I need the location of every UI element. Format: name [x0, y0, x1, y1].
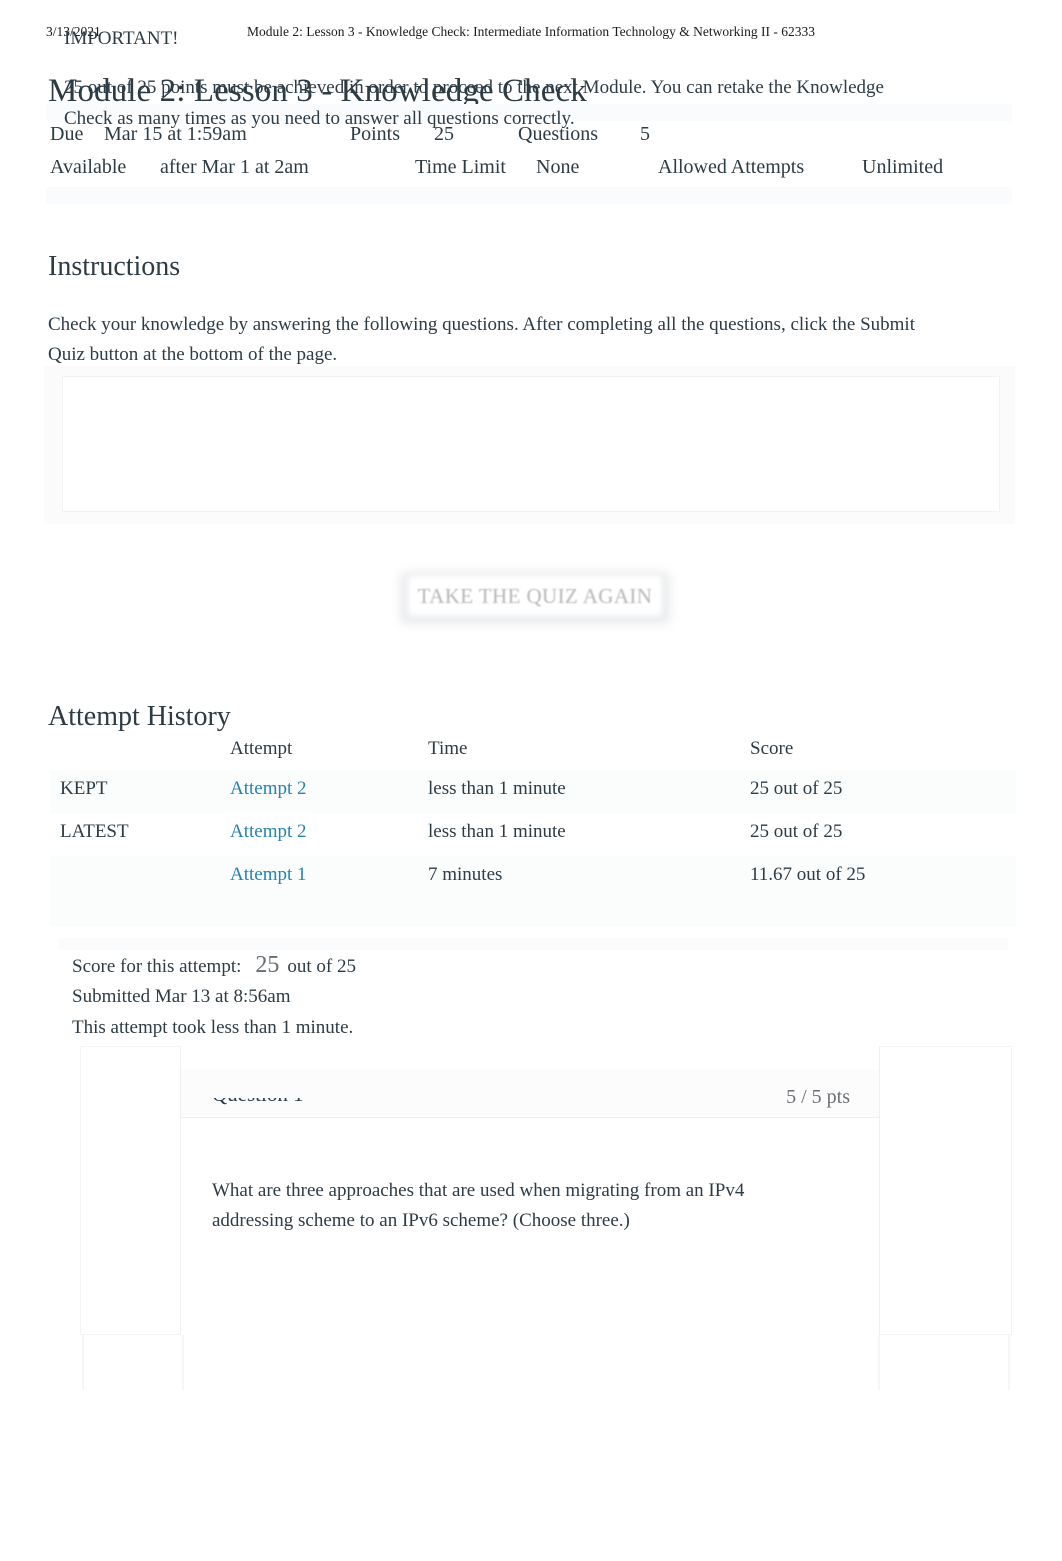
important-text: 25 out of 25 points must be achieved in …	[64, 77, 884, 129]
attempt-history-table: Attempt Time Score KEPT Attempt 2 less t…	[50, 730, 1016, 930]
attempt-score-label: Score for this attempt:	[72, 956, 242, 977]
attempt-link[interactable]: Attempt 1	[230, 864, 307, 886]
attempt-score-value: 25	[255, 952, 280, 978]
question-label: Question 1	[212, 1098, 304, 1107]
allowed-attempts-value: Unlimited	[862, 156, 944, 178]
attempt-score: 25 out of 25	[750, 778, 843, 799]
column-header-score: Score	[750, 738, 794, 759]
question-points: 5 / 5 pts	[786, 1086, 850, 1108]
attempt-score: 11.67 out of 25	[750, 864, 866, 885]
question-text: What are three approaches that are used …	[212, 1180, 745, 1231]
available-label: Available	[50, 156, 127, 178]
attempt-score-out-of: out of 25	[287, 956, 356, 977]
important-title: IMPORTANT!	[64, 28, 179, 49]
attempt-status: LATEST	[60, 821, 129, 842]
table-header-row: Attempt Time Score	[50, 730, 1016, 773]
table-row: KEPT Attempt 2 less than 1 minute 25 out…	[50, 770, 1016, 813]
attempt-history-heading: Attempt History	[48, 701, 231, 733]
attempt-score: 25 out of 25	[750, 821, 843, 842]
attempt-summary-band	[58, 938, 1008, 950]
question-label-clip: Question 1	[212, 1098, 412, 1110]
attempt-link[interactable]: Attempt 2	[230, 821, 307, 843]
time-limit-value: None	[536, 156, 580, 178]
take-quiz-again-label: TAKE THE QUIZ AGAIN	[417, 584, 653, 608]
attempt-summary: Score for this attempt: 25 out of 25 Submi…	[50, 938, 1016, 1048]
table-footer-band	[50, 899, 1016, 927]
attempt-status: KEPT	[60, 778, 108, 799]
page-tail-line	[878, 1335, 880, 1390]
quiz-header-row-2: Available after Mar 1 at 2am Time Limit …	[40, 156, 1018, 189]
attempt-time: 7 minutes	[428, 864, 503, 885]
available-value: after Mar 1 at 2am	[160, 156, 309, 178]
time-limit-label: Time Limit	[415, 156, 506, 178]
instructions-heading: Instructions	[48, 251, 181, 283]
page-tail-line	[82, 1335, 84, 1390]
attempt-score-line: Score for this attempt: 25 out of 25	[72, 952, 356, 979]
attempt-link[interactable]: Attempt 2	[230, 778, 307, 800]
instructions-body: Check your knowledge by answering the fo…	[48, 314, 915, 365]
page-tail-line	[182, 1335, 184, 1390]
important-callout	[44, 366, 1015, 524]
table-row: Attempt 1 7 minutes 11.67 out of 25	[50, 856, 1016, 899]
attempt-time: less than 1 minute	[428, 778, 566, 799]
take-quiz-again-button[interactable]: TAKE THE QUIZ AGAIN	[396, 566, 674, 630]
quiz-header-bottom-band	[46, 187, 1012, 204]
column-header-attempt: Attempt	[230, 738, 293, 759]
column-header-time: Time	[428, 738, 468, 759]
important-callout-inner	[62, 376, 1000, 512]
attempt-duration: This attempt took less than 1 minute.	[72, 1017, 354, 1038]
attempt-time: less than 1 minute	[428, 821, 566, 842]
allowed-attempts-label: Allowed Attempts	[658, 156, 805, 178]
table-row: LATEST Attempt 2 less than 1 minute 25 o…	[50, 813, 1016, 856]
page-tail-line	[1008, 1335, 1010, 1390]
attempt-submitted: Submitted Mar 13 at 8:56am	[72, 986, 291, 1007]
